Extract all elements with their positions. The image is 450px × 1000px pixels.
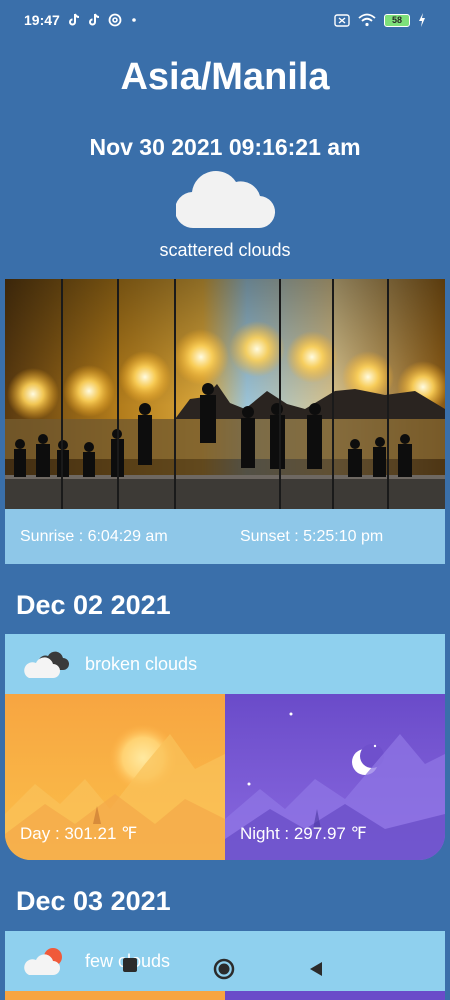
weather-screen: 19:47 58 Asia/Manila Nov 30 2021 09:16:2… xyxy=(0,0,450,1000)
cloud-icon xyxy=(174,166,276,232)
current-description: scattered clouds xyxy=(159,240,291,260)
forecast-condition: broken clouds xyxy=(85,653,198,674)
sim-off-icon xyxy=(334,13,350,27)
charging-icon xyxy=(418,13,426,27)
status-left: 19:47 xyxy=(24,12,138,28)
sun-times-row: Sunrise : 6:04:29 am Sunset : 5:25:10 pm xyxy=(5,509,445,564)
sunset-photo xyxy=(5,279,445,509)
tiktok-icon xyxy=(68,13,80,27)
forecast-condition-bar: broken clouds xyxy=(5,634,445,694)
location-title: Asia/Manila xyxy=(120,56,330,98)
dot-icon xyxy=(130,16,138,24)
status-right: 58 xyxy=(334,13,426,27)
sunset-time: Sunset : 5:25:10 pm xyxy=(240,527,384,545)
sunrise-time: Sunrise : 6:04:29 am xyxy=(20,527,168,545)
system-nav-bar xyxy=(0,945,450,995)
sun-card: Sunrise : 6:04:29 am Sunset : 5:25:10 pm xyxy=(5,279,445,564)
battery-level: 58 xyxy=(391,15,402,25)
back-button[interactable] xyxy=(308,961,324,982)
day-panel: Day : 301.21 ℉ xyxy=(5,694,225,860)
night-panel: Night : 297.97 ℉ xyxy=(225,694,445,860)
forecast-temperature-panels: Day : 301.21 ℉ Night : 297.97 ℉ xyxy=(5,694,445,860)
tiktok-icon xyxy=(88,13,100,27)
status-time: 19:47 xyxy=(24,12,60,28)
forecast-date: Dec 03 2021 xyxy=(16,886,171,916)
wifi-icon xyxy=(358,13,376,27)
status-bar: 19:47 58 xyxy=(0,0,450,40)
home-button[interactable] xyxy=(213,958,235,985)
battery-icon: 58 xyxy=(384,13,410,27)
broken-clouds-icon xyxy=(23,648,69,680)
forecast-date: Dec 02 2021 xyxy=(16,590,171,620)
night-temperature: Night : 297.97 ℉ xyxy=(240,824,367,843)
recents-button[interactable] xyxy=(122,957,138,978)
day-temperature: Day : 301.21 ℉ xyxy=(20,824,138,843)
current-datetime: Nov 30 2021 09:16:21 am xyxy=(89,134,361,160)
at-sign-icon xyxy=(108,13,122,27)
